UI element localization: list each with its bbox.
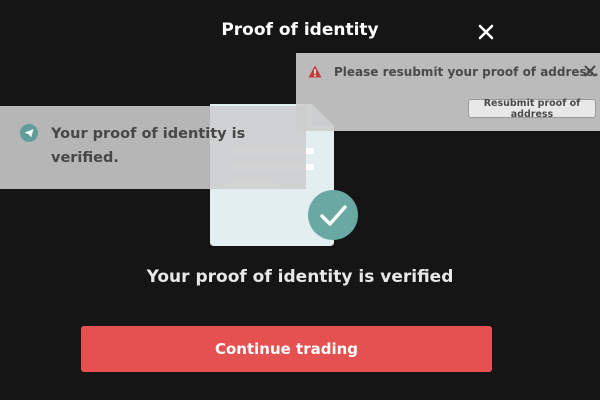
success-notification-text: Your proof of identity is verified. bbox=[51, 126, 246, 166]
warning-icon bbox=[308, 65, 322, 78]
warning-notification: Please resubmit your proof of address. R… bbox=[296, 53, 600, 131]
warning-notification-text: Please resubmit your proof of address. bbox=[334, 65, 599, 79]
resubmit-proof-of-address-button[interactable]: Resubmit proof of address bbox=[468, 98, 596, 120]
page-title: Proof of identity bbox=[221, 20, 379, 40]
close-button[interactable] bbox=[474, 20, 498, 44]
close-icon bbox=[478, 24, 494, 40]
send-icon bbox=[20, 124, 38, 142]
continue-trading-button[interactable]: Continue trading bbox=[81, 326, 492, 372]
verified-check-badge bbox=[308, 190, 358, 240]
close-icon[interactable] bbox=[584, 65, 596, 77]
verified-headline: Your proof of identity is verified bbox=[146, 267, 454, 287]
success-notification: Your proof of identity is verified. bbox=[0, 106, 306, 189]
